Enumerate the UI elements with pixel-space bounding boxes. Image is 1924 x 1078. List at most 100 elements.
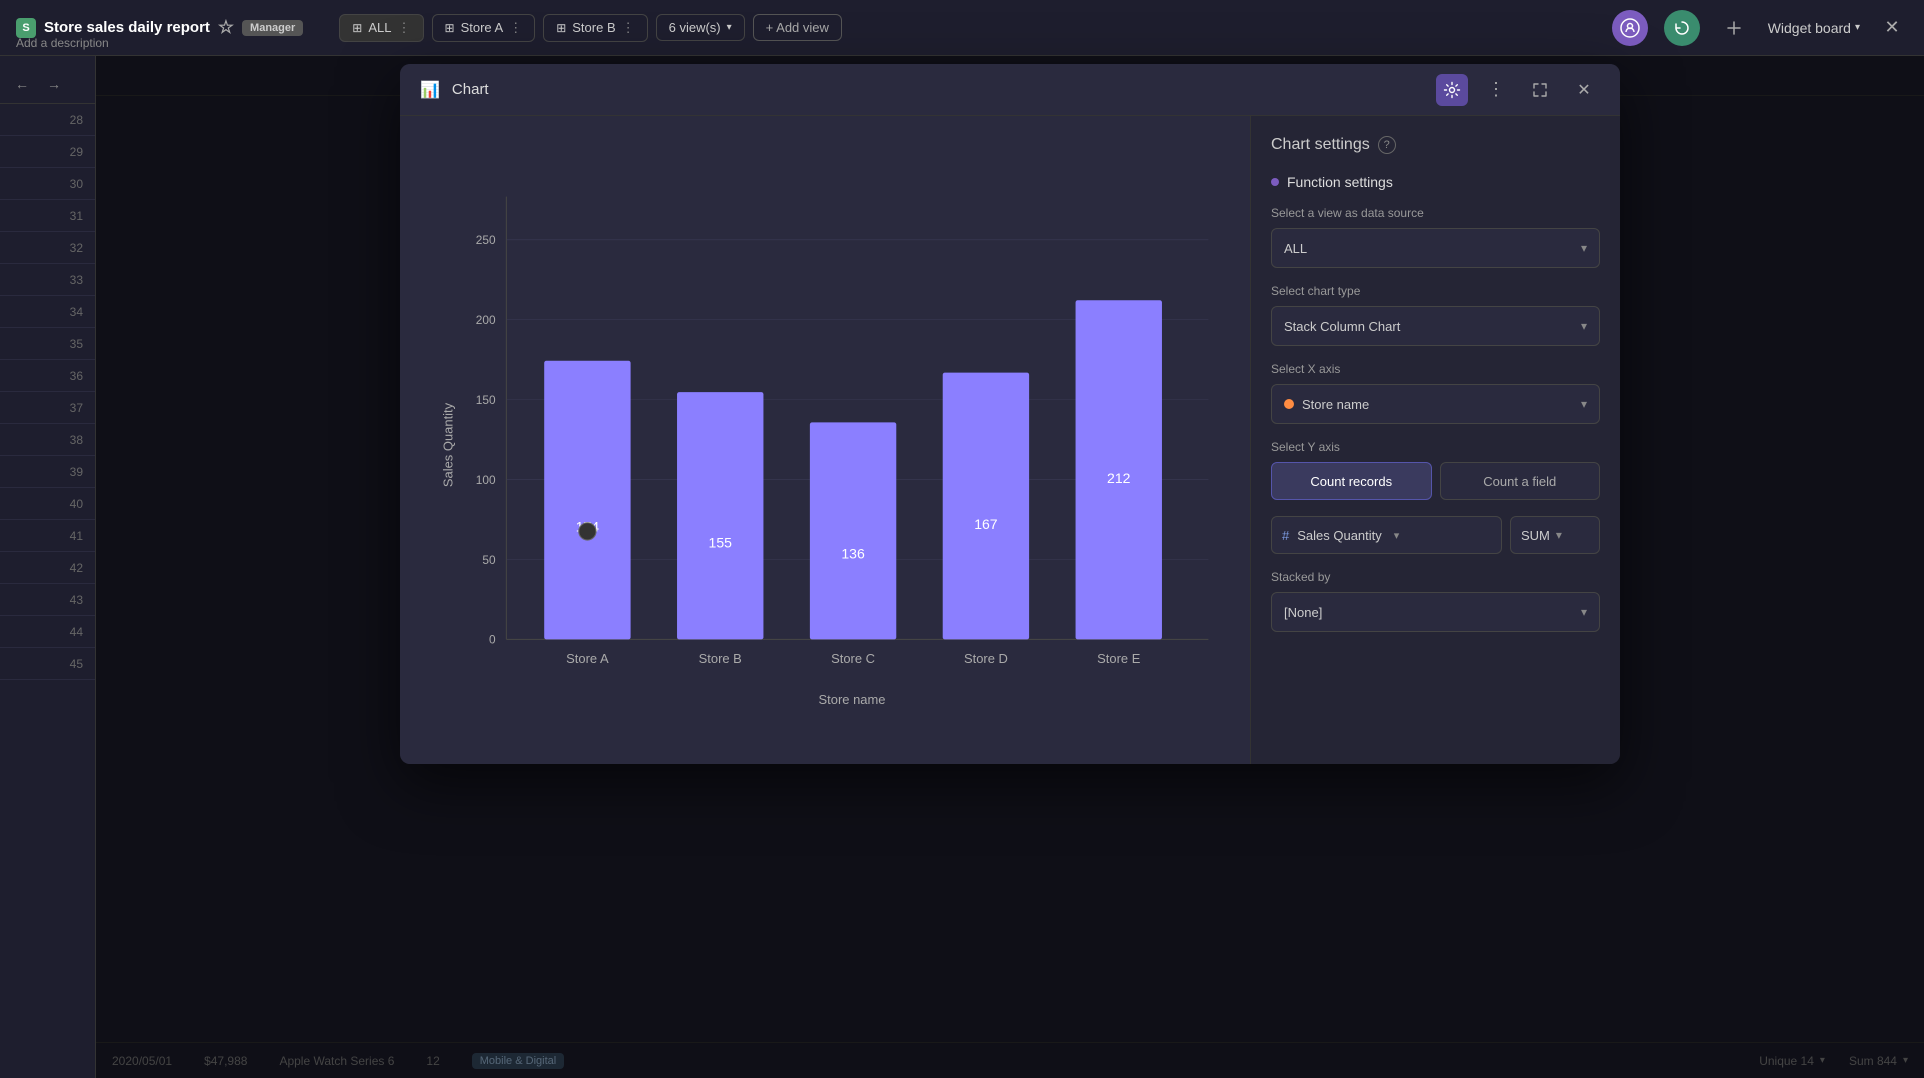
chart-type-label: Select chart type: [1271, 284, 1600, 298]
bar-value-c: 136: [841, 545, 865, 561]
bar-store-b: [677, 392, 763, 639]
chart-modal: 📊 Chart ⋮ ✕: [400, 64, 1620, 764]
back-btn[interactable]: ←: [8, 70, 36, 98]
chevron-down-icon: ▾: [1581, 241, 1587, 255]
x-label-e: Store E: [1097, 651, 1141, 666]
chevron-x-icon: ▾: [1581, 397, 1587, 411]
chevron-icon: ▾: [727, 22, 732, 33]
close-top-btn[interactable]: ✕: [1876, 12, 1908, 44]
views-count-btn[interactable]: 6 view(s) ▾: [656, 14, 745, 41]
row-number: 43: [0, 584, 95, 616]
row-number: 37: [0, 392, 95, 424]
view-tab-store-b[interactable]: ⊞ Store B ⋮: [543, 14, 647, 42]
top-right-area: Widget board ▾ ✕: [1612, 10, 1908, 46]
x-axis-dropdown[interactable]: Store name ▾: [1271, 384, 1600, 424]
count-records-btn[interactable]: Count records: [1271, 462, 1432, 500]
count-field-btn[interactable]: Count a field: [1440, 462, 1601, 500]
expand-btn[interactable]: [1524, 74, 1556, 106]
settings-panel-title: Chart settings ?: [1271, 136, 1600, 154]
chevron-field-icon: ▾: [1394, 529, 1400, 542]
add-icon-btn[interactable]: [1716, 10, 1752, 46]
x-axis-dot: [1284, 399, 1294, 409]
row-number: 30: [0, 168, 95, 200]
bullet-icon: [1271, 178, 1279, 186]
star-icon[interactable]: ☆: [218, 17, 234, 38]
x-label-d: Store D: [964, 651, 1008, 666]
chevron-type-icon: ▾: [1581, 319, 1587, 333]
grid-icon: ⊞: [352, 21, 362, 35]
bar-store-c: [810, 422, 896, 639]
sub-toolbar: ← →: [0, 64, 95, 104]
stacked-by-dropdown[interactable]: [None] ▾: [1271, 592, 1600, 632]
app-icon: S: [16, 18, 36, 38]
main-area: ← → 282930313233343536373839404142434445…: [0, 56, 1924, 1078]
grid-icon-b: ⊞: [556, 21, 566, 35]
row-numbers-list: 282930313233343536373839404142434445: [0, 104, 95, 680]
modal-body: Sales Quantity 0 50: [400, 116, 1620, 764]
x-label-b: Store B: [699, 651, 742, 666]
row-number: 36: [0, 360, 95, 392]
view-tabs: ⊞ ALL ⋮ ⊞ Store A ⋮ ⊞ Store B ⋮ 6 view(s…: [339, 14, 842, 42]
chart-icon: 📊: [420, 80, 440, 100]
svg-text:100: 100: [476, 473, 496, 487]
y-axis-toggle-row: Count records Count a field: [1271, 462, 1600, 500]
svg-text:50: 50: [482, 553, 496, 567]
function-settings-section: Function settings: [1271, 174, 1600, 190]
svg-text:250: 250: [476, 233, 496, 247]
x-label-a: Store A: [566, 651, 609, 666]
bar-value-b: 155: [709, 535, 733, 551]
forward-btn[interactable]: →: [40, 70, 68, 98]
top-bar: S Store sales daily report ☆ Manager ⊞ A…: [0, 0, 1924, 56]
svg-text:150: 150: [476, 393, 496, 407]
modal-header-actions: ⋮ ✕: [1436, 74, 1600, 106]
modal-title: Chart: [452, 81, 489, 98]
more-icon-b[interactable]: ⋮: [622, 20, 635, 36]
function-dropdown[interactable]: SUM ▾: [1510, 516, 1600, 554]
content-area: 📊 Chart ⋮ ✕: [96, 56, 1924, 1078]
row-number: 41: [0, 520, 95, 552]
more-icon[interactable]: ⋮: [398, 20, 411, 36]
settings-panel: Chart settings ? Function settings Selec…: [1250, 116, 1620, 764]
row-number: 32: [0, 232, 95, 264]
app-description[interactable]: Add a description: [16, 36, 109, 50]
widget-board-label[interactable]: Widget board ▾: [1768, 20, 1860, 36]
row-number: 31: [0, 200, 95, 232]
field-name-dropdown[interactable]: # Sales Quantity ▾: [1271, 516, 1502, 554]
svg-text:0: 0: [489, 633, 496, 647]
tooltip-dot: [579, 523, 596, 540]
row-number: 44: [0, 616, 95, 648]
row-number: 45: [0, 648, 95, 680]
field-selector-row: # Sales Quantity ▾ SUM ▾: [1271, 516, 1600, 554]
more-icon-a[interactable]: ⋮: [509, 20, 522, 36]
row-number: 38: [0, 424, 95, 456]
x-axis-title: Store name: [819, 692, 886, 707]
row-number: 42: [0, 552, 95, 584]
data-source-dropdown[interactable]: ALL ▾: [1271, 228, 1600, 268]
settings-icon-btn[interactable]: [1436, 74, 1468, 106]
chart-display-area: Sales Quantity 0 50: [400, 116, 1250, 764]
row-number: 35: [0, 328, 95, 360]
info-icon[interactable]: ?: [1378, 136, 1396, 154]
svg-text:200: 200: [476, 313, 496, 327]
bar-value-d: 167: [974, 516, 998, 532]
chevron-stacked-icon: ▾: [1581, 605, 1587, 619]
chevron-down-icon: ▾: [1855, 22, 1860, 33]
app-title: Store sales daily report: [44, 19, 210, 36]
close-modal-btn[interactable]: ✕: [1568, 74, 1600, 106]
bar-store-d: [943, 373, 1029, 640]
modal-header: 📊 Chart ⋮ ✕: [400, 64, 1620, 116]
add-view-button[interactable]: + Add view: [753, 14, 842, 41]
row-number: 39: [0, 456, 95, 488]
view-tab-all[interactable]: ⊞ ALL ⋮: [339, 14, 423, 42]
more-options-btn[interactable]: ⋮: [1480, 74, 1512, 106]
app-title-area: S Store sales daily report ☆ Manager: [16, 17, 303, 38]
chart-type-dropdown[interactable]: Stack Column Chart ▾: [1271, 306, 1600, 346]
data-source-label: Select a view as data source: [1271, 206, 1600, 220]
hash-icon: #: [1282, 528, 1289, 543]
view-tab-store-a[interactable]: ⊞ Store A ⋮: [432, 14, 536, 42]
modal-overlay: 📊 Chart ⋮ ✕: [96, 56, 1924, 1078]
stacked-by-label: Stacked by: [1271, 570, 1600, 584]
row-number: 33: [0, 264, 95, 296]
sync-icon-btn[interactable]: [1664, 10, 1700, 46]
user-avatar-purple[interactable]: [1612, 10, 1648, 46]
